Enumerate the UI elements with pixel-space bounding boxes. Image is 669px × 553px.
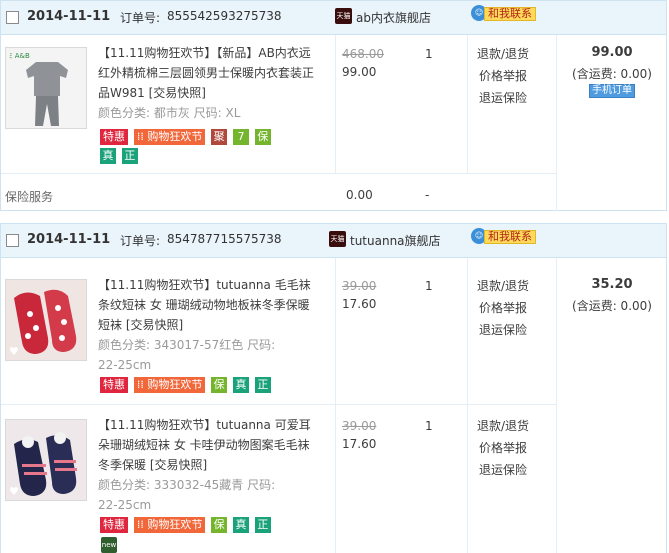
product-title-link[interactable]: 【11.11购物狂欢节】【新品】AB内衣远红外精梳棉三层圆领男士保暖内衣套装正品… bbox=[98, 43, 320, 103]
contact-label: 和我联系 bbox=[484, 7, 536, 21]
order-no-label: 订单号: bbox=[120, 234, 161, 248]
order-card: 2014-11-11 订单号: 854787715575738 天猫 tutua… bbox=[0, 223, 667, 553]
order-total: 99.00 bbox=[591, 45, 633, 60]
brand-logo: ﾐ A&B bbox=[9, 52, 30, 60]
insurance-service-label: 保险服务 bbox=[5, 190, 54, 204]
divider bbox=[467, 258, 468, 553]
order-header: 2014-11-11 订单号: 854787715575738 天猫 tutua… bbox=[1, 224, 666, 258]
return-insurance-link[interactable]: 退运保险 bbox=[468, 87, 538, 109]
shop-name-link[interactable]: tutuanna旗舰店 bbox=[350, 232, 441, 249]
festival-label: 购物狂欢节 bbox=[147, 130, 203, 143]
product-thumbnail[interactable]: ♥ bbox=[5, 279, 87, 361]
promo-tags: 特惠 ⁞⁞ 购物狂欢节 保 真 正 bbox=[100, 517, 320, 535]
genuine-icon[interactable]: 正 bbox=[254, 377, 271, 393]
authentic-icon[interactable]: 真 bbox=[232, 517, 249, 533]
price-report-link[interactable]: 价格举报 bbox=[468, 65, 538, 87]
item-actions: 退款/退货 价格举报 退运保险 bbox=[468, 43, 538, 109]
order-checkbox[interactable] bbox=[6, 234, 19, 247]
tehui-tag[interactable]: 特惠 bbox=[100, 517, 128, 533]
product-sku: 颜色分类: 都市灰 尺码: XL bbox=[98, 106, 241, 120]
heart-icon: ♥ bbox=[9, 345, 19, 358]
unit-price: 17.60 bbox=[342, 437, 377, 451]
genuine-icon[interactable]: 正 bbox=[121, 148, 138, 164]
order-no-label: 订单号: bbox=[120, 11, 161, 25]
authentic-icon[interactable]: 真 bbox=[100, 148, 116, 164]
item-actions: 退款/退货 价格举报 退运保险 bbox=[468, 415, 538, 481]
mobile-order-badge: 手机订单 bbox=[589, 84, 635, 98]
shipping-fee: (含运费: 0.00) bbox=[572, 299, 652, 313]
return-insurance-link[interactable]: 退运保险 bbox=[468, 459, 538, 481]
divider bbox=[335, 258, 336, 553]
guarantee-icon[interactable]: 保 bbox=[211, 377, 228, 393]
original-price: 39.00 bbox=[342, 419, 377, 433]
order-total: 35.20 bbox=[591, 277, 633, 292]
authentic-icon[interactable]: 真 bbox=[232, 377, 249, 393]
shopping-festival-tag[interactable]: ⁞⁞ 购物狂欢节 bbox=[133, 129, 206, 145]
heart-icon: ♥ bbox=[9, 485, 19, 498]
quantity: 1 bbox=[425, 419, 433, 433]
promo-tags: 特惠 ⁞⁞ 购物狂欢节 保 真 正 bbox=[100, 377, 320, 395]
product-sku: 颜色分类: 333032-45藏青 尺码: 22-25cm bbox=[98, 478, 276, 512]
divider bbox=[1, 404, 556, 405]
order-number: 855542593275738 bbox=[167, 9, 282, 23]
insurance-service-value: 0.00 bbox=[346, 188, 373, 202]
quantity: 1 bbox=[425, 47, 433, 61]
contact-label: 和我联系 bbox=[484, 230, 536, 244]
price-report-link[interactable]: 价格举报 bbox=[468, 437, 538, 459]
unit-price: 17.60 bbox=[342, 297, 377, 311]
refund-return-link[interactable]: 退款/退货 bbox=[468, 415, 538, 437]
shop-name-link[interactable]: ab内衣旗舰店 bbox=[356, 9, 431, 26]
product-thumbnail[interactable]: ♥ bbox=[5, 419, 87, 501]
return-insurance-link[interactable]: 退运保险 bbox=[468, 319, 538, 341]
item-actions: 退款/退货 价格举报 退运保险 bbox=[468, 275, 538, 341]
product-title-link[interactable]: 【11.11购物狂欢节】tutuanna 毛毛袜条纹短袜 女 珊瑚绒动物地板袜冬… bbox=[98, 275, 320, 335]
quantity: 1 bbox=[425, 279, 433, 293]
order-number: 854787715575738 bbox=[167, 232, 282, 246]
order-checkbox[interactable] bbox=[6, 11, 19, 24]
festival-label: 购物狂欢节 bbox=[147, 518, 203, 531]
tmall-icon: 天猫 bbox=[329, 231, 346, 247]
new-product-icon: new bbox=[101, 537, 117, 553]
unit-price: 99.00 bbox=[342, 65, 377, 79]
divider bbox=[556, 35, 557, 211]
guarantee-icon[interactable]: 保 bbox=[254, 129, 271, 145]
order-card: 2014-11-11 订单号: 855542593275738 天猫 ab内衣旗… bbox=[0, 0, 667, 211]
promo-tags: 特惠 ⁞⁞ 购物狂欢节 聚 7 保 bbox=[100, 129, 320, 147]
original-price: 468.00 bbox=[342, 47, 384, 61]
order-date: 2014-11-11 bbox=[27, 9, 111, 24]
tmall-icon: 天猫 bbox=[335, 8, 352, 24]
ju-icon[interactable]: 聚 bbox=[211, 129, 228, 145]
order-header: 2014-11-11 订单号: 855542593275738 天猫 ab内衣旗… bbox=[1, 1, 666, 35]
order-date: 2014-11-11 bbox=[27, 232, 111, 247]
guarantee-icon[interactable]: 保 bbox=[211, 517, 228, 533]
product-thumbnail[interactable]: ﾐ A&B bbox=[5, 47, 87, 129]
promo-tags-row2: 真 正 bbox=[100, 148, 140, 166]
divider bbox=[1, 173, 556, 174]
shopping-festival-tag[interactable]: ⁞⁞ 购物狂欢节 bbox=[133, 517, 206, 533]
festival-label: 购物狂欢节 bbox=[147, 378, 203, 391]
tehui-tag[interactable]: 特惠 bbox=[100, 377, 128, 393]
refund-return-link[interactable]: 退款/退货 bbox=[468, 275, 538, 297]
seven-day-return-icon[interactable]: 7 bbox=[232, 129, 249, 145]
product-title-link[interactable]: 【11.11购物狂欢节】tutuanna 可爱耳朵珊瑚绒短袜 女 卡哇伊动物图案… bbox=[98, 415, 320, 475]
shopping-festival-tag[interactable]: ⁞⁞ 购物狂欢节 bbox=[133, 377, 206, 393]
insurance-service-dash: - bbox=[425, 188, 430, 202]
price-report-link[interactable]: 价格举报 bbox=[468, 297, 538, 319]
original-price: 39.00 bbox=[342, 279, 377, 293]
genuine-icon[interactable]: 正 bbox=[254, 517, 271, 533]
refund-return-link[interactable]: 退款/退货 bbox=[468, 43, 538, 65]
shipping-fee: (含运费: 0.00) bbox=[572, 67, 652, 81]
tehui-tag[interactable]: 特惠 bbox=[100, 129, 128, 145]
product-sku: 颜色分类: 343017-57红色 尺码: 22-25cm bbox=[98, 338, 276, 372]
divider bbox=[335, 35, 336, 173]
